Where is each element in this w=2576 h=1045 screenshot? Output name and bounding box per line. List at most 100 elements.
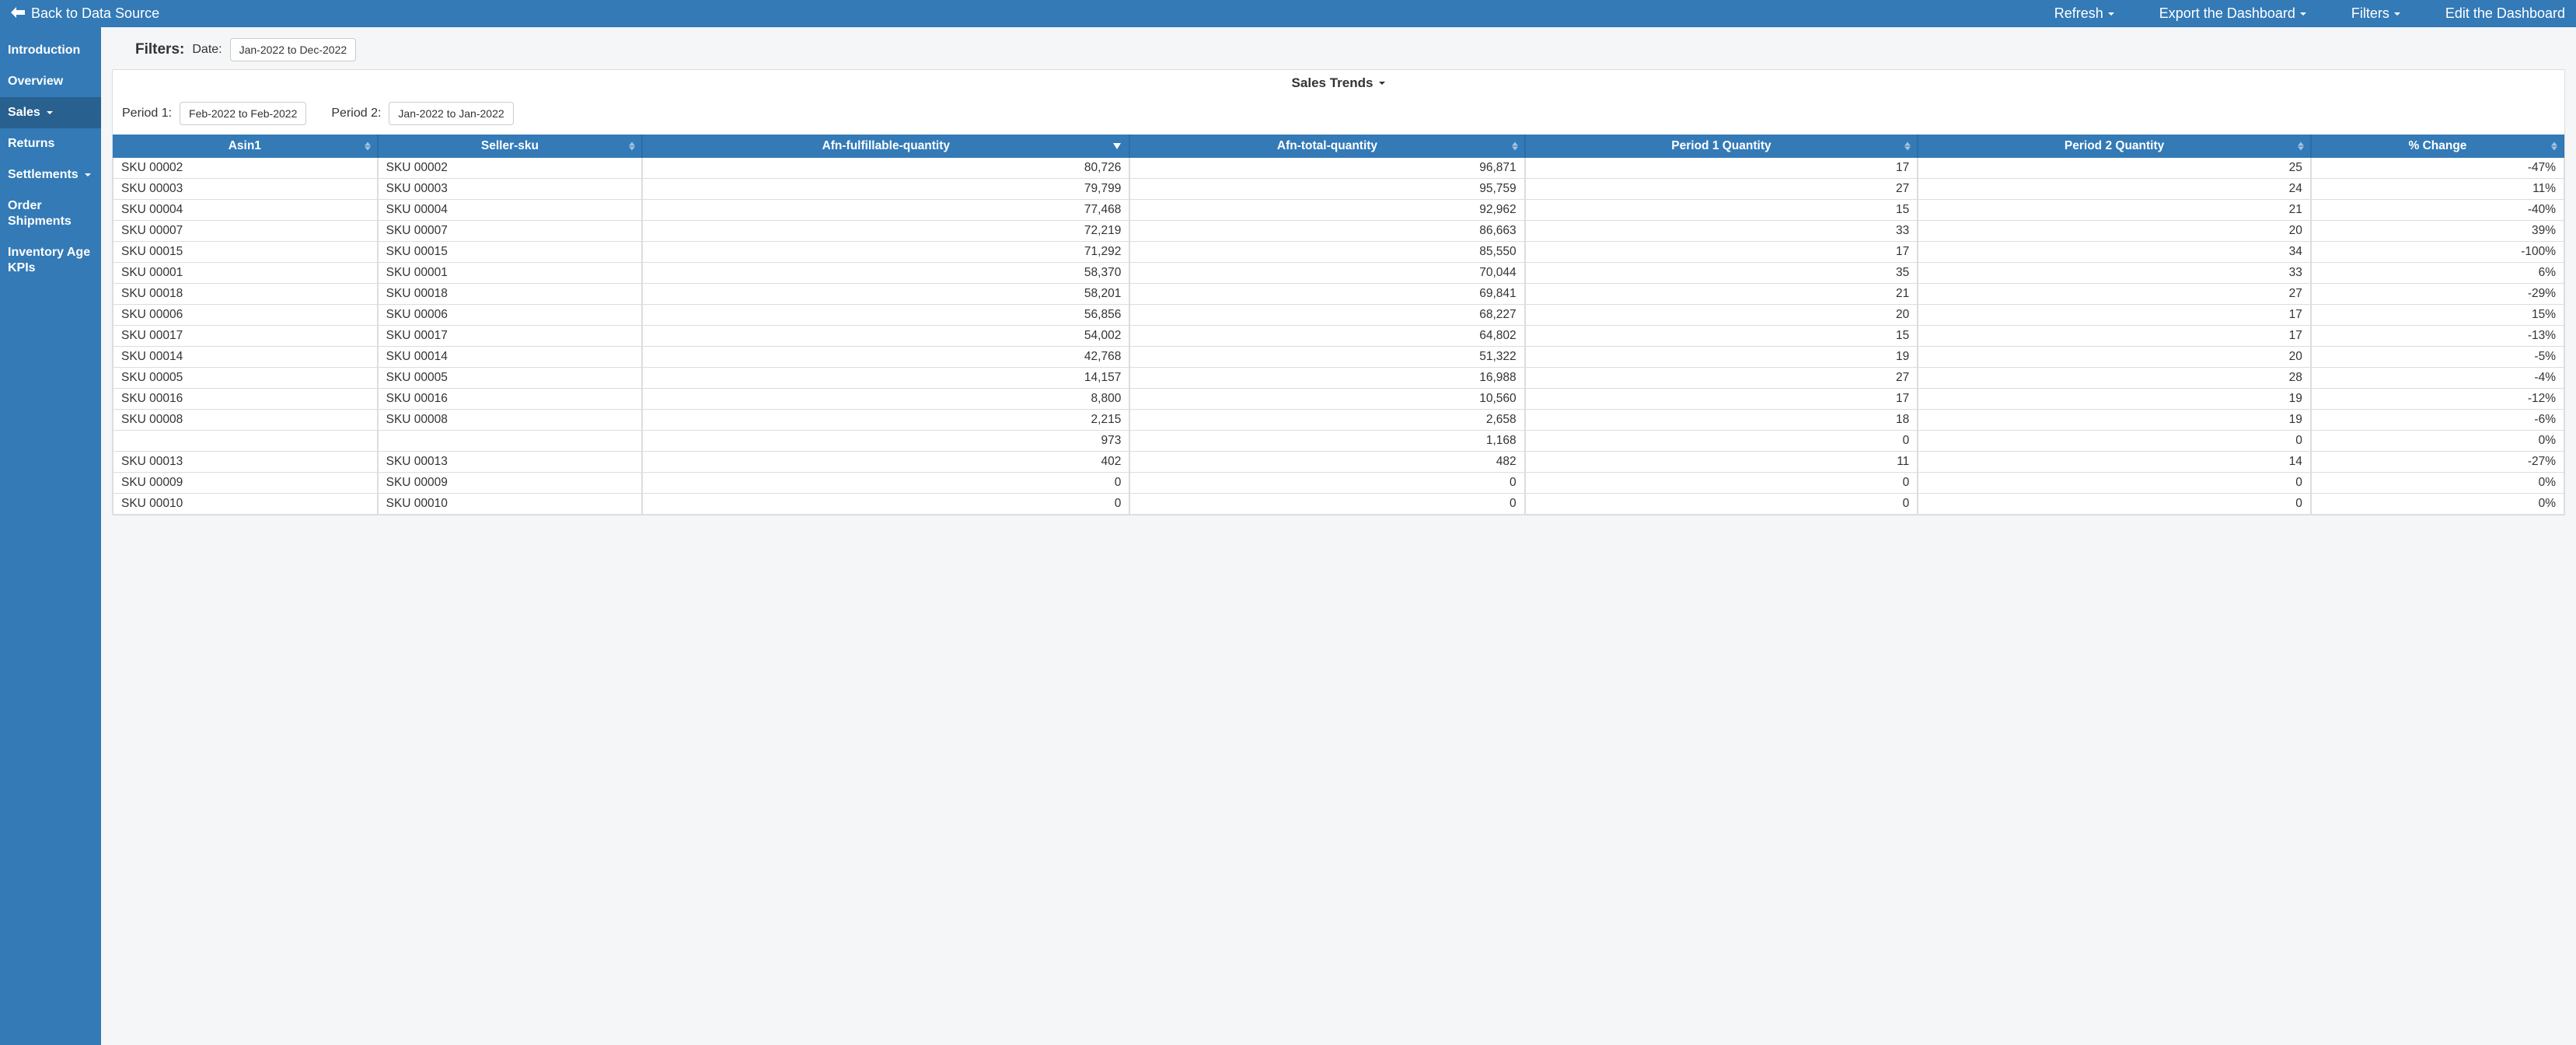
- table-row: SKU 00005SKU 0000514,15716,9882728-4%: [113, 368, 2564, 389]
- back-to-data-source-link[interactable]: Back to Data Source: [11, 5, 159, 22]
- table-row: SKU 00004SKU 0000477,46892,9621521-40%: [113, 200, 2564, 221]
- table-cell: -6%: [2311, 410, 2564, 431]
- table-cell: 21: [1918, 200, 2311, 221]
- sidebar-item-returns[interactable]: Returns: [0, 128, 101, 159]
- caret-down-icon: [47, 111, 53, 114]
- table-cell: SKU 00015: [113, 242, 378, 263]
- column-header-seller-sku[interactable]: Seller-sku: [378, 135, 643, 158]
- column-header-asin1[interactable]: Asin1: [113, 135, 378, 158]
- table-cell: 39%: [2311, 221, 2564, 242]
- sidebar-item-label: Returns: [8, 137, 54, 150]
- filters-button[interactable]: Filters: [2351, 5, 2400, 22]
- table-cell: 20: [1918, 347, 2311, 368]
- table-cell: 27: [1525, 179, 1918, 200]
- table-cell: 17: [1525, 389, 1918, 410]
- table-cell: 15: [1525, 200, 1918, 221]
- sort-icon: [365, 142, 371, 151]
- table-cell: 6%: [2311, 263, 2564, 284]
- refresh-button[interactable]: Refresh: [2054, 5, 2114, 22]
- table-cell: 0: [1918, 494, 2311, 515]
- table-cell: 27: [1918, 284, 2311, 305]
- sort-icon: [1904, 142, 1911, 151]
- sort-icon: [629, 142, 635, 151]
- export-label: Export the Dashboard: [2159, 5, 2295, 22]
- table-row: SKU 00008SKU 000082,2152,6581819-6%: [113, 410, 2564, 431]
- table-cell: SKU 00007: [378, 221, 643, 242]
- period-controls: Period 1: Feb-2022 to Feb-2022 Period 2:…: [113, 97, 2564, 135]
- table-cell: 0: [1918, 473, 2311, 494]
- table-cell: -40%: [2311, 200, 2564, 221]
- table-cell: 70,044: [1129, 263, 1524, 284]
- table-cell: SKU 00013: [378, 452, 643, 473]
- table-cell: 24: [1918, 179, 2311, 200]
- table-cell: SKU 00006: [113, 305, 378, 326]
- sidebar-item-order-shipments[interactable]: Order Shipments: [0, 190, 101, 237]
- column-header-period-2-quantity[interactable]: Period 2 Quantity: [1918, 135, 2311, 158]
- table-cell: 0: [642, 494, 1129, 515]
- export-dashboard-button[interactable]: Export the Dashboard: [2159, 5, 2306, 22]
- table-cell: -27%: [2311, 452, 2564, 473]
- column-header--change[interactable]: % Change: [2311, 135, 2564, 158]
- sidebar-item-introduction[interactable]: Introduction: [0, 35, 101, 66]
- table-cell: 20: [1918, 221, 2311, 242]
- table-cell: 973: [642, 431, 1129, 452]
- table-row: SKU 00010SKU 0001000000%: [113, 494, 2564, 515]
- table-cell: 17: [1525, 242, 1918, 263]
- edit-dashboard-button[interactable]: Edit the Dashboard: [2445, 5, 2565, 22]
- table-cell: 17: [1918, 305, 2311, 326]
- caret-down-icon: [1379, 82, 1385, 85]
- table-cell: SKU 00002: [113, 158, 378, 179]
- sidebar-item-settlements[interactable]: Settlements: [0, 159, 101, 190]
- filters-bar: Filters: Date: Jan-2022 to Dec-2022: [109, 33, 2568, 69]
- sidebar-item-sales[interactable]: Sales: [0, 97, 101, 128]
- column-header-label: Seller-sku: [481, 139, 539, 152]
- column-header-period-1-quantity[interactable]: Period 1 Quantity: [1525, 135, 1918, 158]
- period1-chip[interactable]: Feb-2022 to Feb-2022: [180, 102, 306, 125]
- column-header-afn-fulfillable-quantity[interactable]: Afn-fulfillable-quantity: [642, 135, 1129, 158]
- main-content: Filters: Date: Jan-2022 to Dec-2022 Sale…: [101, 27, 2576, 1045]
- table-cell: SKU 00013: [113, 452, 378, 473]
- table-cell: 28: [1918, 368, 2311, 389]
- table-cell: SKU 00003: [378, 179, 643, 200]
- table-cell: SKU 00005: [113, 368, 378, 389]
- sidebar-item-overview[interactable]: Overview: [0, 66, 101, 97]
- panel-title-dropdown[interactable]: Sales Trends: [113, 70, 2564, 97]
- sidebar-item-label: Settlements: [8, 168, 79, 181]
- table-cell: 0: [1525, 431, 1918, 452]
- table-row: SKU 00003SKU 0000379,79995,759272411%: [113, 179, 2564, 200]
- table-cell: 15%: [2311, 305, 2564, 326]
- table-cell: 17: [1525, 158, 1918, 179]
- period1-label: Period 1:: [122, 107, 172, 121]
- date-label: Date:: [192, 43, 222, 57]
- table-cell: 2,658: [1129, 410, 1524, 431]
- table-cell: SKU 00017: [113, 326, 378, 347]
- table-row: SKU 00018SKU 0001858,20169,8412127-29%: [113, 284, 2564, 305]
- table-cell: 18: [1525, 410, 1918, 431]
- table-cell: 54,002: [642, 326, 1129, 347]
- table-cell: SKU 00007: [113, 221, 378, 242]
- table-cell: SKU 00016: [113, 389, 378, 410]
- date-filter-chip[interactable]: Jan-2022 to Dec-2022: [230, 38, 357, 61]
- top-actions: Refresh Export the Dashboard Filters Edi…: [2054, 5, 2565, 22]
- period2-chip[interactable]: Jan-2022 to Jan-2022: [389, 102, 513, 125]
- column-header-label: Afn-fulfillable-quantity: [822, 139, 950, 152]
- sidebar-item-inventory-age-kpis[interactable]: Inventory Age KPIs: [0, 237, 101, 284]
- table-cell: 21: [1525, 284, 1918, 305]
- table-cell: SKU 00003: [113, 179, 378, 200]
- sidebar: Introduction Overview Sales Returns Settlem…: [0, 27, 101, 1045]
- table-cell: 72,219: [642, 221, 1129, 242]
- sort-desc-icon: [1113, 143, 1121, 149]
- table-row: 9731,168000%: [113, 431, 2564, 452]
- table-cell: -29%: [2311, 284, 2564, 305]
- sort-icon: [1512, 142, 1518, 151]
- table-row: SKU 00001SKU 0000158,37070,04435336%: [113, 263, 2564, 284]
- sidebar-item-label: Overview: [8, 75, 63, 88]
- table-cell: -100%: [2311, 242, 2564, 263]
- table-cell: SKU 00008: [113, 410, 378, 431]
- caret-down-icon: [2108, 12, 2114, 16]
- column-header-afn-total-quantity[interactable]: Afn-total-quantity: [1129, 135, 1524, 158]
- table-cell: 0: [1525, 473, 1918, 494]
- table-cell: SKU 00018: [113, 284, 378, 305]
- table-cell: 42,768: [642, 347, 1129, 368]
- table-cell: 8,800: [642, 389, 1129, 410]
